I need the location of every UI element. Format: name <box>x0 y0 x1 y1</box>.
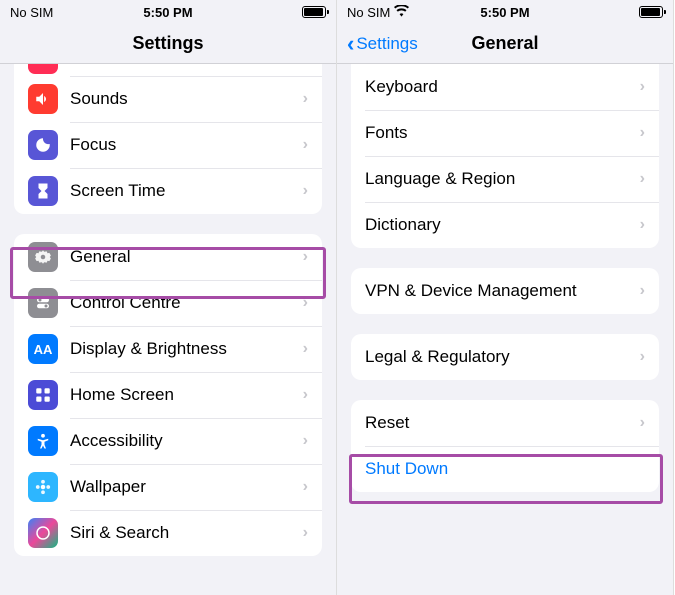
row-label: Display & Brightness <box>70 339 303 359</box>
general-list[interactable]: Keyboard › Fonts › Language & Region › D… <box>337 64 673 595</box>
settings-group-2: General › Control Centre › AA Display & … <box>14 234 322 556</box>
chevron-right-icon: › <box>640 216 645 234</box>
row-label: Focus <box>70 135 303 155</box>
chevron-right-icon: › <box>640 282 645 300</box>
accessibility-row[interactable]: Accessibility › <box>14 418 322 464</box>
nav-header: ‹ Settings General <box>337 24 673 64</box>
display-row[interactable]: AA Display & Brightness › <box>14 326 322 372</box>
toggles-icon <box>28 288 58 318</box>
wallpaper-row[interactable]: Wallpaper › <box>14 464 322 510</box>
person-icon <box>28 426 58 456</box>
shutdown-row[interactable]: Shut Down <box>351 446 659 492</box>
siri-row[interactable]: Siri & Search › <box>14 510 322 556</box>
status-bar: No SIM 5:50 PM <box>337 0 673 24</box>
siri-icon <box>28 518 58 548</box>
general-screen: No SIM 5:50 PM ‹ Settings General Keyboa… <box>337 0 674 595</box>
row-label: Reset <box>365 413 640 433</box>
hourglass-icon <box>28 176 58 206</box>
chevron-right-icon: › <box>303 386 308 404</box>
chevron-right-icon: › <box>640 170 645 188</box>
chevron-right-icon: › <box>640 78 645 96</box>
chevron-right-icon: › <box>303 248 308 266</box>
settings-list[interactable]: Sounds › Focus › Screen Time › <box>0 64 336 595</box>
legal-row[interactable]: Legal & Regulatory › <box>351 334 659 380</box>
row-label: Sounds <box>70 89 303 109</box>
settings-screen: No SIM 5:50 PM Settings Sounds › <box>0 0 337 595</box>
row-label: Screen Time <box>70 181 303 201</box>
wifi-icon <box>394 4 409 20</box>
speaker-icon <box>28 84 58 114</box>
general-group-2: VPN & Device Management › <box>351 268 659 314</box>
row-label: Dictionary <box>365 215 640 235</box>
battery-icon <box>639 6 663 18</box>
keyboard-row[interactable]: Keyboard › <box>351 64 659 110</box>
general-group-1: Keyboard › Fonts › Language & Region › D… <box>351 64 659 248</box>
time-text: 5:50 PM <box>480 5 529 20</box>
row-label: Keyboard <box>365 77 640 97</box>
chevron-right-icon: › <box>303 136 308 154</box>
flower-icon <box>28 472 58 502</box>
carrier-text: No SIM <box>10 5 53 20</box>
grid-icon <box>28 380 58 410</box>
chevron-right-icon: › <box>640 124 645 142</box>
focus-row[interactable]: Focus › <box>14 122 322 168</box>
moon-icon <box>28 130 58 160</box>
carrier-text: No SIM <box>347 5 390 20</box>
aa-icon: AA <box>28 334 58 364</box>
back-button[interactable]: ‹ Settings <box>347 33 418 55</box>
chevron-left-icon: ‹ <box>347 33 354 55</box>
sounds-row[interactable]: Sounds › <box>14 76 322 122</box>
battery-icon <box>302 6 326 18</box>
vpn-row[interactable]: VPN & Device Management › <box>351 268 659 314</box>
reset-row[interactable]: Reset › <box>351 400 659 446</box>
language-row[interactable]: Language & Region › <box>351 156 659 202</box>
row-label: General <box>70 247 303 267</box>
row-label: Language & Region <box>365 169 640 189</box>
status-bar: No SIM 5:50 PM <box>0 0 336 24</box>
chevron-right-icon: › <box>303 182 308 200</box>
partial-icon <box>28 64 58 74</box>
general-group-3: Legal & Regulatory › <box>351 334 659 380</box>
page-title: General <box>471 33 538 54</box>
row-label: Home Screen <box>70 385 303 405</box>
chevron-right-icon: › <box>303 294 308 312</box>
gear-icon <box>28 242 58 272</box>
row-label: Fonts <box>365 123 640 143</box>
chevron-right-icon: › <box>303 90 308 108</box>
row-label: Control Centre <box>70 293 303 313</box>
dictionary-row[interactable]: Dictionary › <box>351 202 659 248</box>
general-group-4: Reset › Shut Down <box>351 400 659 492</box>
chevron-right-icon: › <box>303 524 308 542</box>
screentime-row[interactable]: Screen Time › <box>14 168 322 214</box>
settings-group-1: Sounds › Focus › Screen Time › <box>14 64 322 214</box>
homescreen-row[interactable]: Home Screen › <box>14 372 322 418</box>
chevron-right-icon: › <box>640 414 645 432</box>
page-title: Settings <box>132 33 203 54</box>
row-label: Legal & Regulatory <box>365 347 640 367</box>
time-text: 5:50 PM <box>143 5 192 20</box>
row-label: Accessibility <box>70 431 303 451</box>
general-row[interactable]: General › <box>14 234 322 280</box>
chevron-right-icon: › <box>303 432 308 450</box>
chevron-right-icon: › <box>640 348 645 366</box>
chevron-right-icon: › <box>303 340 308 358</box>
row-label: Wallpaper <box>70 477 303 497</box>
fonts-row[interactable]: Fonts › <box>351 110 659 156</box>
row-label: VPN & Device Management <box>365 281 640 301</box>
row-label: Siri & Search <box>70 523 303 543</box>
controlcentre-row[interactable]: Control Centre › <box>14 280 322 326</box>
row-label: Shut Down <box>365 459 645 479</box>
nav-header: Settings <box>0 24 336 64</box>
back-label: Settings <box>356 34 417 54</box>
chevron-right-icon: › <box>303 478 308 496</box>
